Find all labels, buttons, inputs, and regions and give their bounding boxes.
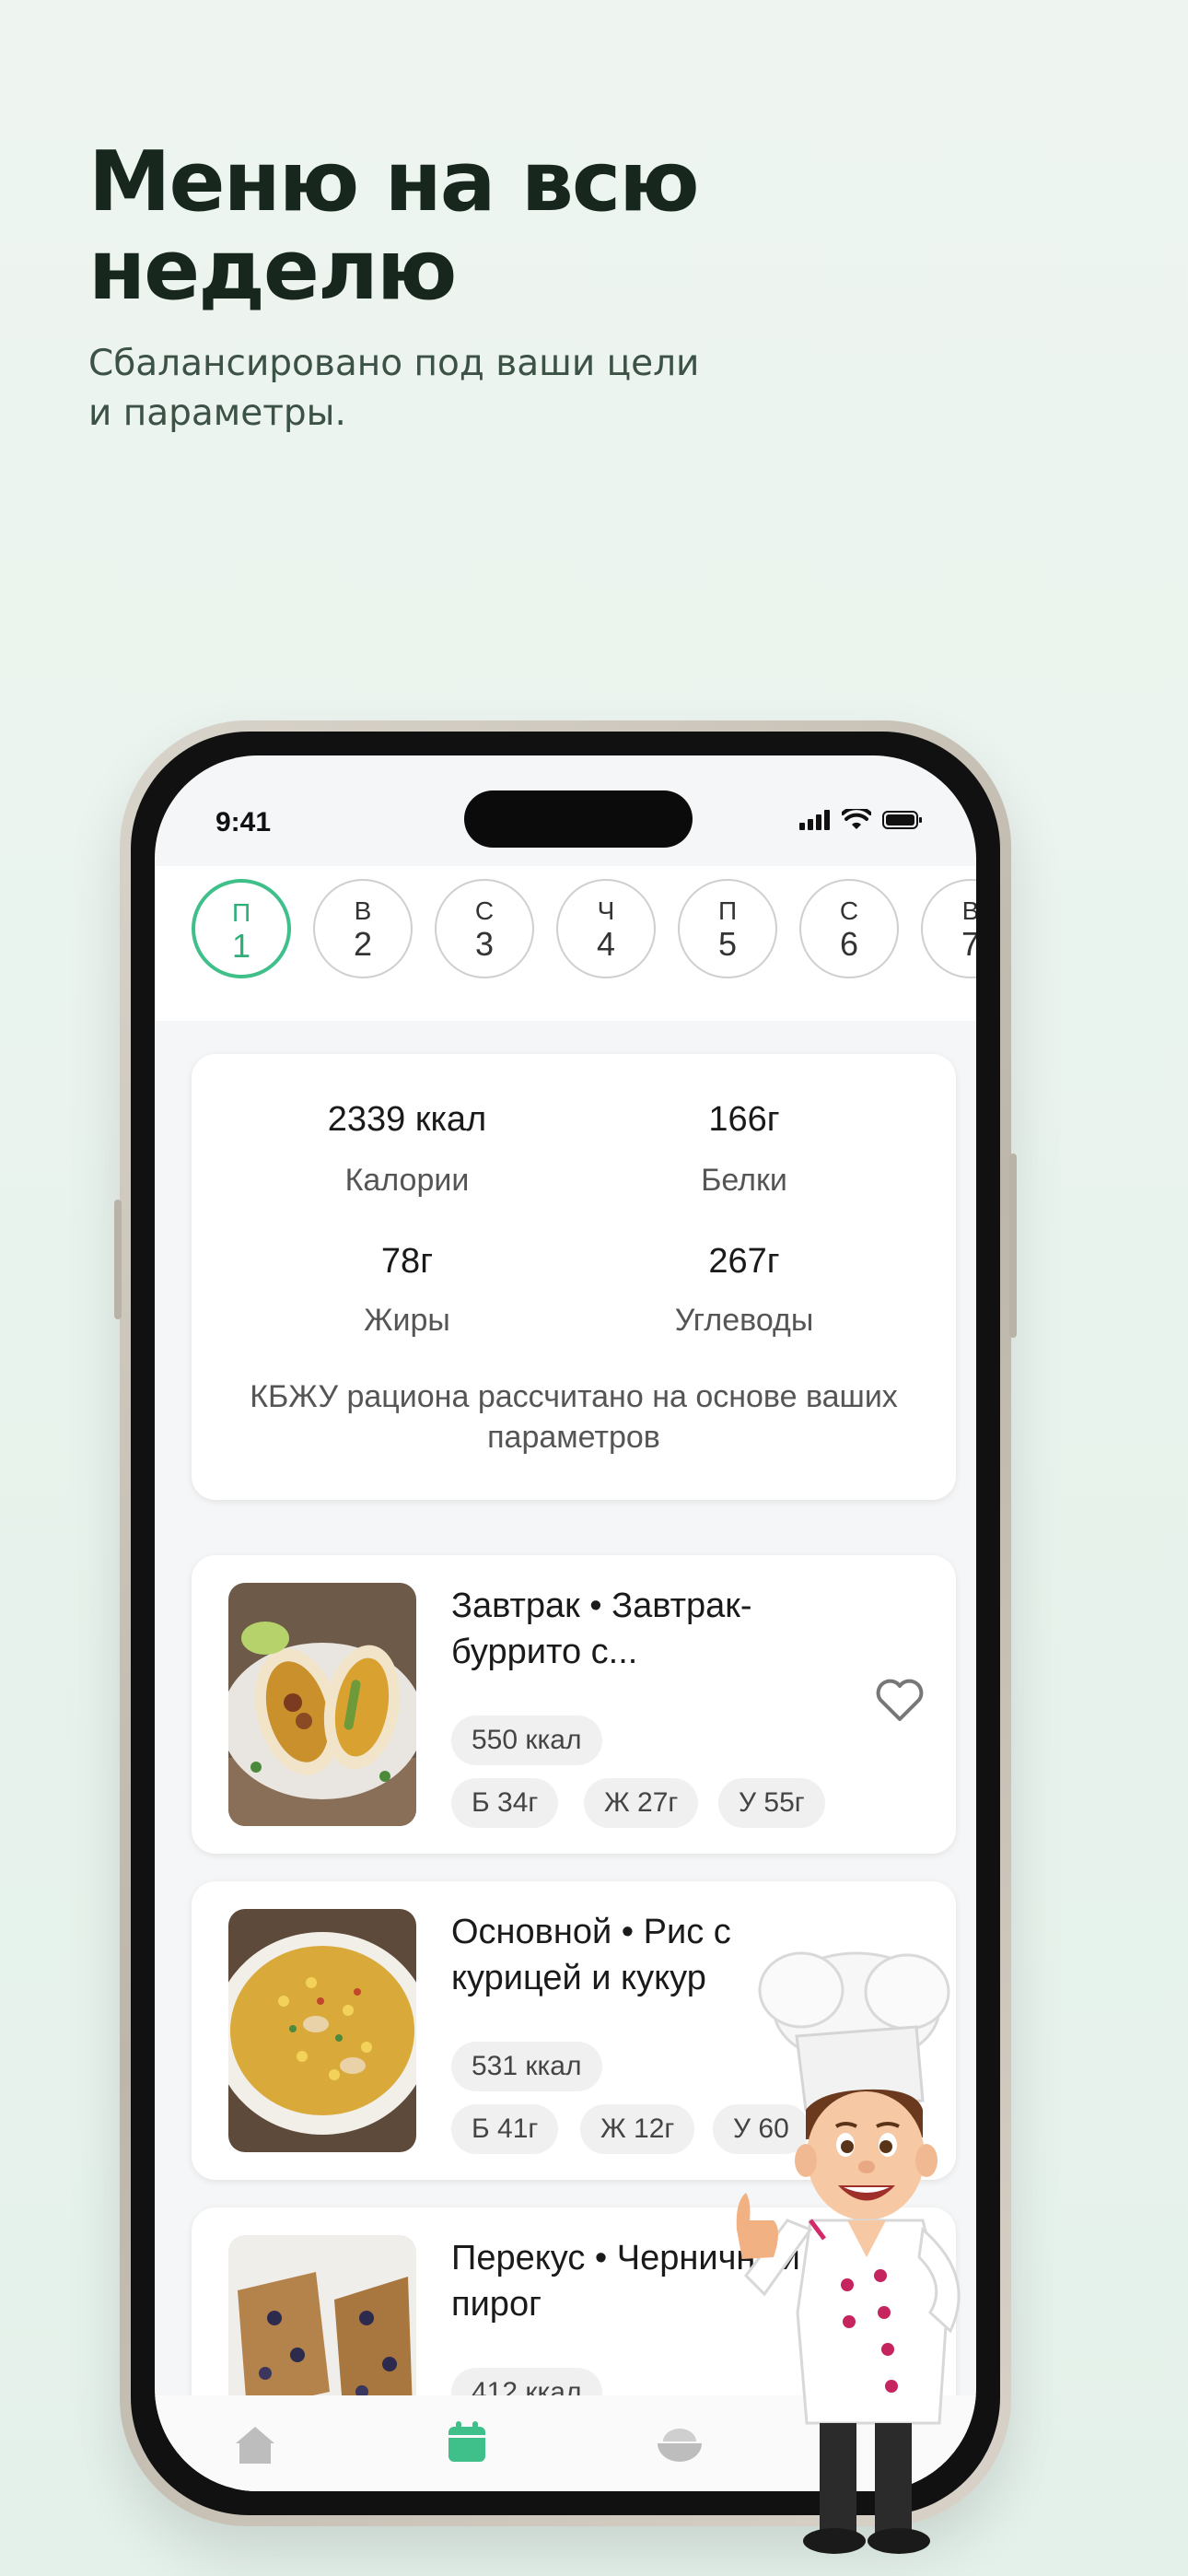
calories-label: Калории bbox=[344, 1163, 470, 1198]
meal-title: Завтрак • Завтрак-буррито с... bbox=[451, 1587, 752, 1671]
heart-icon[interactable] bbox=[875, 1677, 925, 1723]
phone-power-button bbox=[1009, 1153, 1017, 1338]
meal-image-burrito bbox=[228, 1583, 416, 1826]
day-thursday[interactable]: Ч4 bbox=[556, 879, 656, 978]
phone-side-button bbox=[114, 1200, 122, 1319]
wifi-icon bbox=[842, 809, 871, 829]
carbs-label: Углеводы bbox=[674, 1303, 814, 1338]
day-monday[interactable]: П1 bbox=[192, 879, 291, 978]
day-saturday[interactable]: С6 bbox=[799, 879, 899, 978]
status-time: 9:41 bbox=[215, 807, 272, 837]
kcal-pill: 531 ккал bbox=[451, 2042, 602, 2091]
protein-pill: Б 41г bbox=[451, 2104, 559, 2154]
day-wednesday[interactable]: С3 bbox=[435, 879, 534, 978]
food-bowl-icon[interactable] bbox=[654, 2423, 705, 2464]
day-tuesday[interactable]: В2 bbox=[313, 879, 413, 978]
chef-mascot-illustration bbox=[736, 1951, 961, 2554]
battery-icon bbox=[882, 811, 922, 829]
carbs-value: 267г bbox=[708, 1242, 780, 1281]
kcal-pill: 550 ккал bbox=[451, 1715, 602, 1765]
calendar-icon[interactable] bbox=[446, 2419, 488, 2464]
fat-pill: Ж 12г bbox=[580, 2104, 695, 2154]
meal-image-rice bbox=[228, 1909, 416, 2152]
meal-card-breakfast[interactable]: Завтрак • Завтрак-буррито с... 550 ккал … bbox=[192, 1555, 956, 1854]
calories-value: 2339 ккал bbox=[327, 1100, 487, 1139]
protein-pill: Б 34г bbox=[451, 1778, 559, 1828]
home-icon[interactable] bbox=[232, 2423, 278, 2465]
fat-pill: Ж 27г bbox=[584, 1778, 699, 1828]
dynamic-island bbox=[464, 790, 693, 848]
protein-value: 166г bbox=[708, 1100, 780, 1139]
status-icons bbox=[799, 809, 923, 831]
hero-subtitle: Сбалансировано под ваши цели и параметры… bbox=[88, 343, 700, 434]
fat-label: Жиры bbox=[364, 1303, 450, 1338]
nutrition-summary-card: 2339 ккал Калории 166г Белки 78г Жиры 26… bbox=[192, 1054, 956, 1500]
protein-label: Белки bbox=[701, 1163, 787, 1198]
kbju-note: КБЖУ рациона рассчитано на основе ваших … bbox=[250, 1379, 898, 1455]
signal-icon bbox=[799, 810, 830, 830]
fat-value: 78г bbox=[380, 1242, 434, 1281]
hero-title: Меню на всю неделю bbox=[88, 134, 700, 319]
carbs-pill: У 55г bbox=[718, 1778, 825, 1828]
day-friday[interactable]: П5 bbox=[678, 879, 777, 978]
